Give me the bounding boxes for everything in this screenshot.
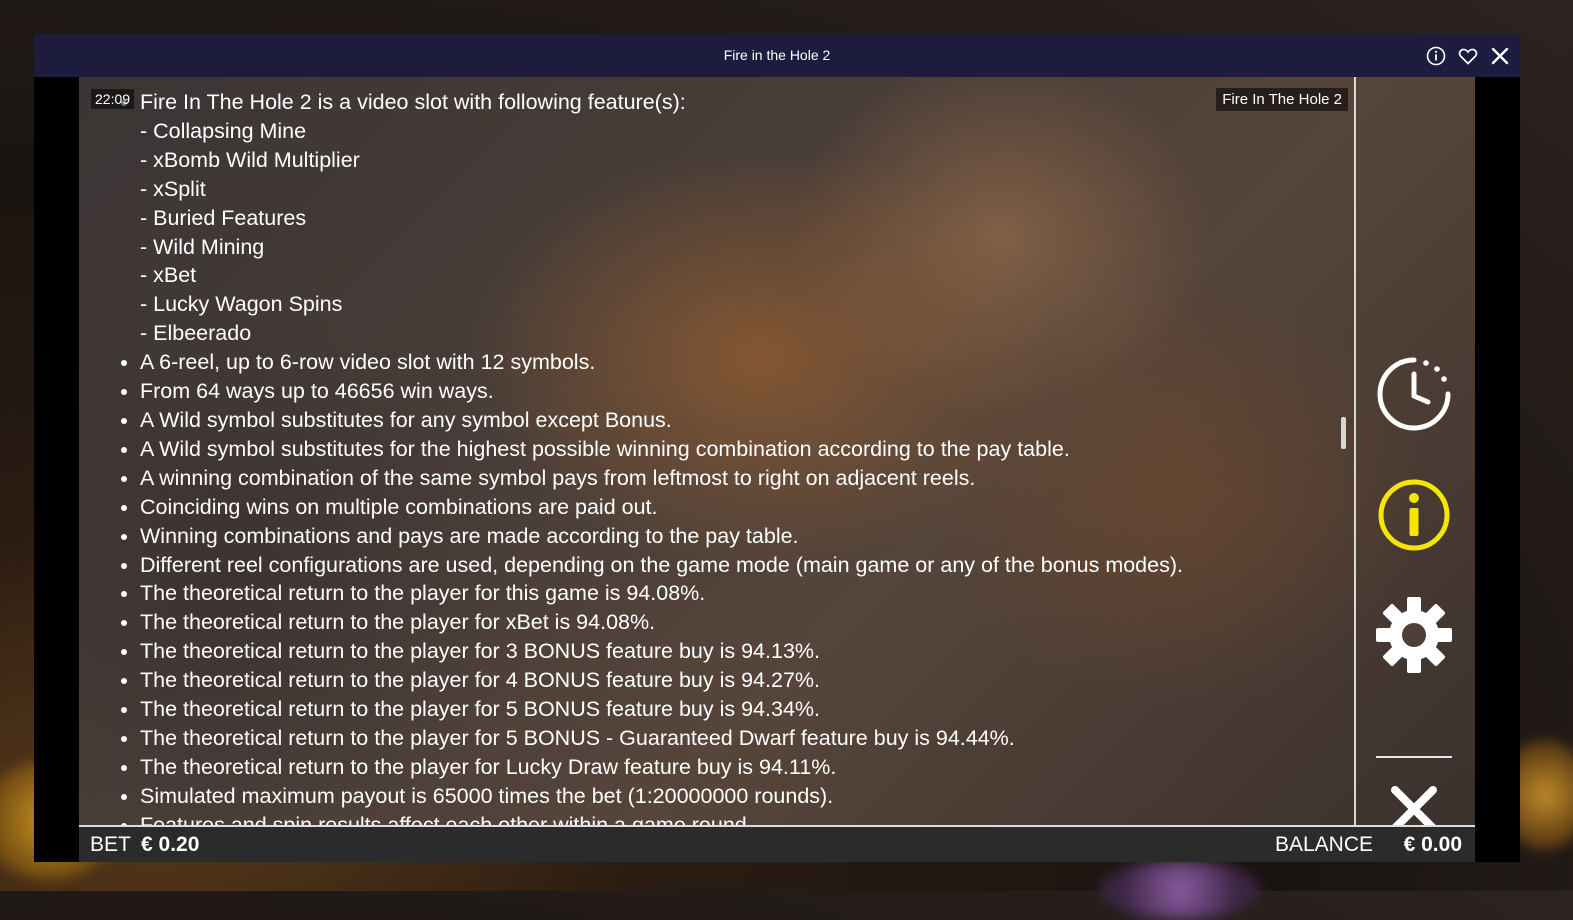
rule-item: The theoretical return to the player for… [140,666,1299,695]
rule-item: The theoretical return to the player for… [140,637,1299,666]
feature-item: - Lucky Wagon Spins [140,292,343,317]
background-decor [1100,860,1260,920]
close-icon[interactable] [1489,45,1511,67]
feature-item: - xBomb Wild Multiplier [140,147,360,172]
info-icon[interactable] [1425,45,1447,67]
rule-item: The theoretical return to the player for… [140,695,1299,724]
feature-item: - Elbeerado [140,321,252,346]
bet-label: BET [90,833,131,856]
feature-item: - Wild Mining [140,234,265,259]
rules-intro-text: Fire In The Hole 2 is a video slot with … [140,90,686,114]
rule-item: A winning combination of the same symbol… [140,464,1299,493]
rule-item: From 64 ways up to 46656 win ways. [140,377,1299,406]
feature-list: - Collapsing Mine - xBomb Wild Multiplie… [140,117,1299,348]
footer-bar: BET € 0.20 BALANCE € 0.00 [79,827,1475,862]
scrollbar-thumb[interactable] [1341,417,1346,449]
feature-item: - Buried Features [140,205,307,230]
heart-icon[interactable] [1457,45,1479,67]
rule-item: The theoretical return to the player for… [140,608,1299,637]
rule-item: Different reel configurations are used, … [140,551,1299,580]
bet-value: € 0.20 [141,833,200,856]
balance-value: € 0.00 [1403,833,1462,856]
game-modal: Fire in the Hole 2 Fire In The Hole 2 is… [34,34,1520,862]
sidebar-separator [1376,756,1452,758]
rule-item: A Wild symbol substitutes for the highes… [140,435,1299,464]
sidebar-divider [1354,77,1356,825]
window-titlebar: Fire in the Hole 2 [34,34,1520,77]
window-title: Fire in the Hole 2 [723,47,831,63]
game-viewport: Fire In The Hole 2 is a video slot with … [79,77,1475,862]
game-rules-text[interactable]: Fire In The Hole 2 is a video slot with … [119,88,1299,825]
rule-item: The theoretical return to the player for… [140,579,1299,608]
balance-label: BALANCE [1274,833,1373,856]
feature-item: - xBet [140,263,197,288]
rule-item: A 6-reel, up to 6-row video slot with 12… [140,348,1299,377]
settings-gear-icon[interactable] [1376,597,1452,673]
game-name-label: Fire In The Hole 2 [1216,88,1348,111]
rule-item: Features and spin results affect each ot… [140,811,1299,825]
rules-list: Fire In The Hole 2 is a video slot with … [119,88,1299,825]
rule-item: The theoretical return to the player for… [140,724,1299,753]
feature-item: - xSplit [140,176,206,201]
rules-intro: Fire In The Hole 2 is a video slot with … [140,88,1299,348]
rule-item: The theoretical return to the player for… [140,753,1299,782]
info-circle-icon[interactable] [1376,477,1452,553]
history-clock-icon[interactable] [1376,356,1452,432]
clock-time: 22:09 [91,89,135,109]
rule-item: Simulated maximum payout is 65000 times … [140,782,1299,811]
rule-item: Coinciding wins on multiple combinations… [140,493,1299,522]
rule-item: A Wild symbol substitutes for any symbol… [140,406,1299,435]
feature-item: - Collapsing Mine [140,118,307,143]
rule-item: Winning combinations and pays are made a… [140,522,1299,551]
